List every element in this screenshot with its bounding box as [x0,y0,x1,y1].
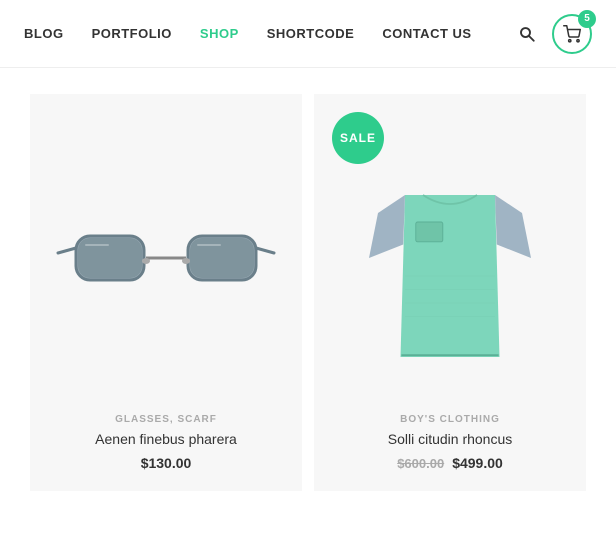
nav-link-shortcode[interactable]: SHORTCODE [267,26,355,41]
nav-link-blog[interactable]: BLOG [24,26,64,41]
search-button[interactable] [518,25,536,43]
product-glasses-info: GLASSES, SCARF Aenen finebus pharera $130.… [46,414,286,471]
search-icon [518,25,536,43]
nav-link-contact-us[interactable]: CONTACT US [382,26,471,41]
nav-right: 5 [518,14,592,54]
product-glasses-image-wrap [46,118,286,398]
product-tshirt-price: $600.00 $499.00 [330,455,570,471]
sale-badge: SALE [332,112,384,164]
cart-button[interactable]: 5 [552,14,592,54]
product-tshirt-original-price: $600.00 [397,456,444,471]
tshirt-image [360,133,540,383]
navbar: BLOG PORTFOLIO SHOP SHORTCODE CONTACT US 5 [0,0,616,68]
product-tshirt-sale-price: $499.00 [452,455,503,471]
product-tshirt: SALE BOY'S CLOTHING Solli citudin rhoncus… [314,94,586,491]
product-tshirt-info: BOY'S CLOTHING Solli citudin rhoncus $600.… [330,414,570,471]
product-tshirt-name: Solli citudin rhoncus [330,431,570,447]
nav-links: BLOG PORTFOLIO SHOP SHORTCODE CONTACT US [24,26,472,41]
sunglasses-image [56,198,276,318]
product-tshirt-category: BOY'S CLOTHING [330,414,570,425]
cart-icon [563,25,581,43]
product-glasses-name: Aenen finebus pharera [46,431,286,447]
nav-link-portfolio[interactable]: PORTFOLIO [92,26,172,41]
product-glasses: GLASSES, SCARF Aenen finebus pharera $130.… [30,94,302,491]
product-glasses-category: GLASSES, SCARF [46,414,286,425]
product-glasses-price: $130.00 [46,455,286,471]
cart-badge: 5 [578,10,596,28]
product-grid: GLASSES, SCARF Aenen finebus pharera $130.… [0,68,616,517]
nav-link-shop[interactable]: SHOP [200,26,239,41]
